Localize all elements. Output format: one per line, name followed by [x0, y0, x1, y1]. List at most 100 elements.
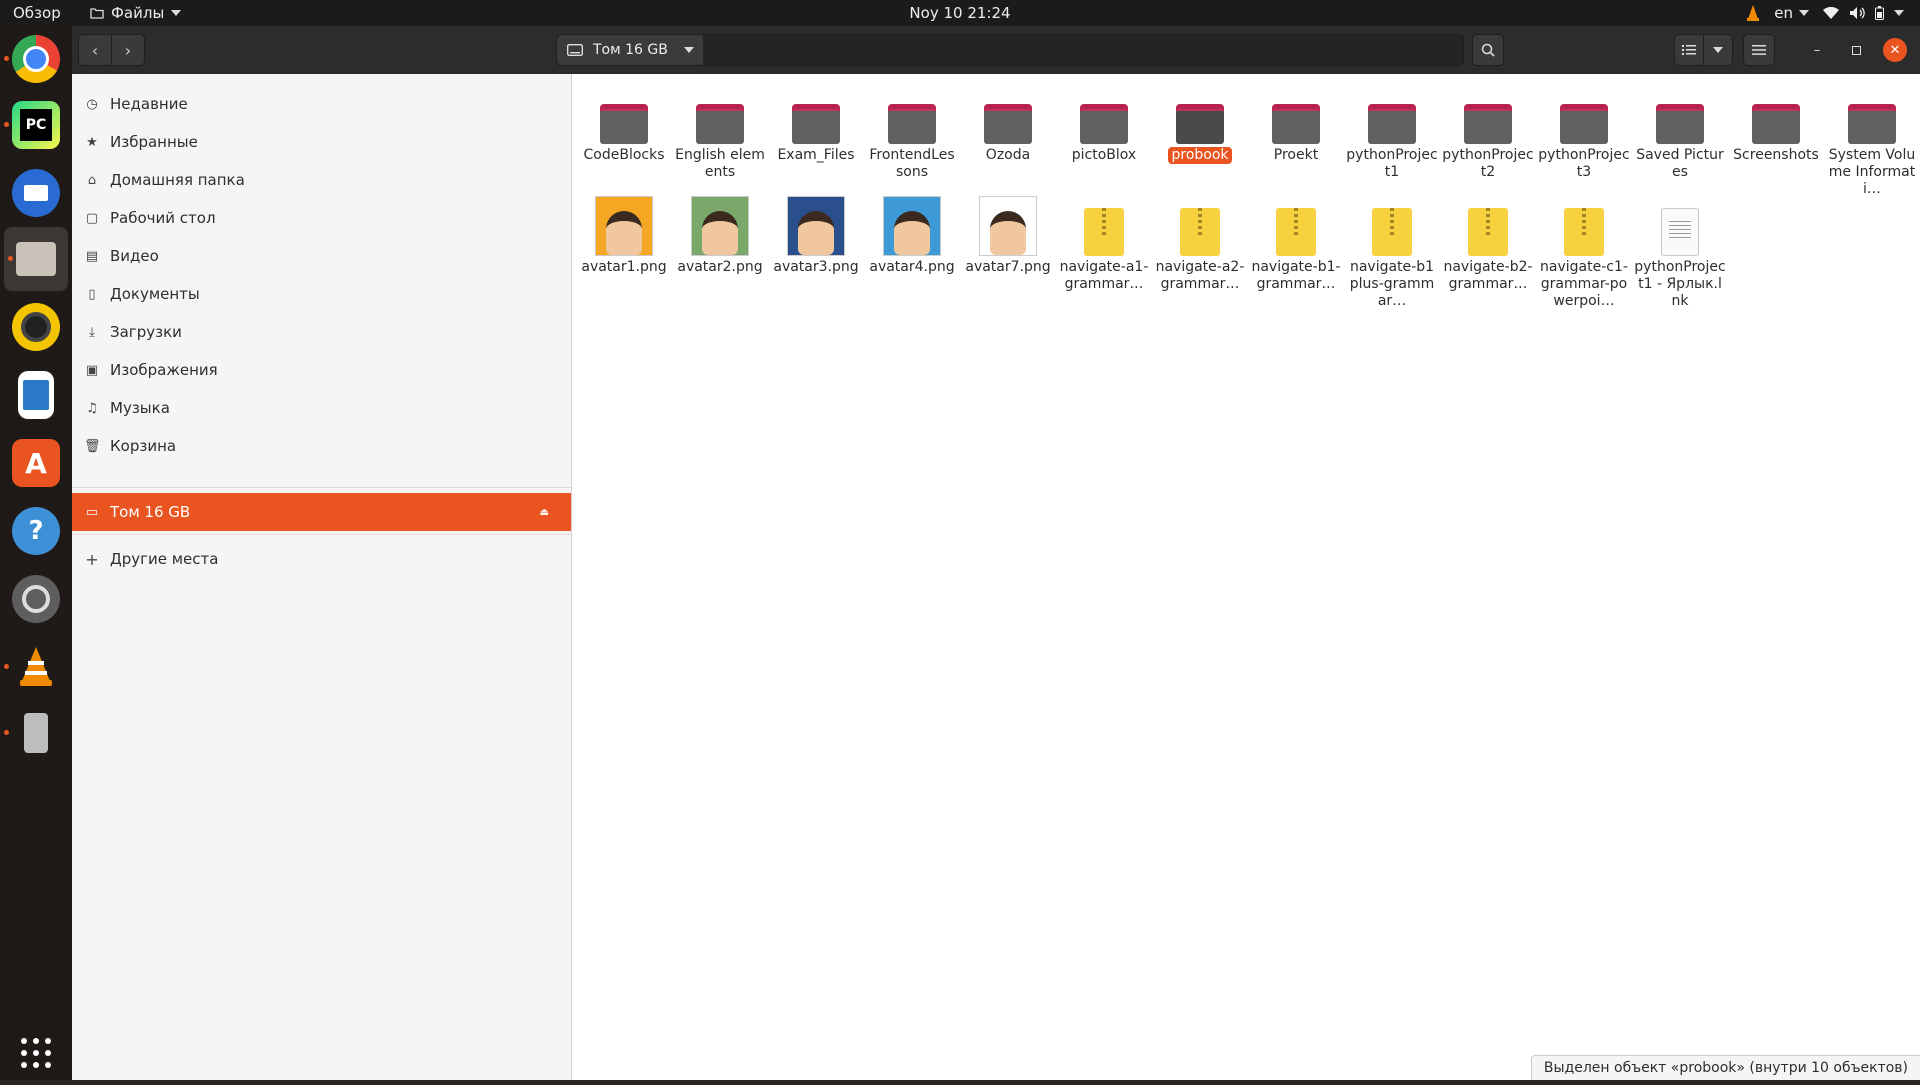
- folder-icon: [1656, 104, 1704, 144]
- dock-item-files[interactable]: [4, 227, 68, 291]
- item-icon-box: [674, 92, 766, 144]
- item-label: Ozoda: [985, 147, 1031, 163]
- folder-icon: [600, 104, 648, 144]
- document-icon: [1661, 208, 1699, 256]
- sidebar-item-5[interactable]: ▯ Документы: [72, 275, 571, 313]
- folder-icon: [1272, 104, 1320, 144]
- app-menu[interactable]: Файлы: [90, 0, 182, 26]
- folder-item[interactable]: probook: [1154, 92, 1246, 164]
- item-icon-box: [578, 92, 670, 144]
- folder-item[interactable]: pythonProject3: [1538, 92, 1630, 181]
- file-item[interactable]: avatar1.png: [578, 196, 670, 276]
- file-item[interactable]: avatar7.png: [962, 196, 1054, 276]
- path-segment-volume[interactable]: Том 16 GB: [557, 35, 703, 65]
- vlc-tray-icon[interactable]: [1746, 5, 1760, 21]
- folder-item[interactable]: pythonProject2: [1442, 92, 1534, 181]
- file-item[interactable]: avatar4.png: [866, 196, 958, 276]
- archive-icon: [1564, 208, 1604, 256]
- minimize-button[interactable]: –: [1805, 38, 1829, 62]
- file-item[interactable]: pythonProject1 - Ярлык.lnk: [1634, 204, 1726, 310]
- sidebar: ◷ Недавние ★ Избранные ⌂ Домашняя папка ▢ Рабоч…: [72, 74, 572, 1080]
- forward-button[interactable]: ›: [111, 34, 145, 66]
- item-icon-box: [770, 196, 862, 256]
- dock-item-thunderbird[interactable]: [0, 161, 72, 225]
- dock-item-pycharm[interactable]: PC: [0, 93, 72, 157]
- file-item[interactable]: navigate-b1plus-grammar…: [1346, 204, 1438, 310]
- item-icon-box: [770, 92, 862, 144]
- sidebar-item-6[interactable]: ⤓ Загрузки: [72, 313, 571, 351]
- chevron-down-icon: [683, 47, 694, 53]
- folder-item[interactable]: Exam_Files: [770, 92, 862, 164]
- dock-item-vlc[interactable]: [0, 635, 72, 699]
- sidebar-item-3[interactable]: ▢ Рабочий стол: [72, 199, 571, 237]
- item-icon-box: [1058, 92, 1150, 144]
- item-icon-box: [1058, 204, 1150, 256]
- folder-item[interactable]: Ozoda: [962, 92, 1054, 164]
- file-item[interactable]: avatar3.png: [770, 196, 862, 276]
- file-item[interactable]: navigate-c1-grammar-powerpoi…: [1538, 204, 1630, 310]
- sidebar-item-0[interactable]: ◷ Недавние: [72, 85, 571, 123]
- folder-item[interactable]: pictoBlox: [1058, 92, 1150, 164]
- sidebar-item-8[interactable]: ♫ Музыка: [72, 389, 571, 427]
- minimize-icon: –: [1813, 42, 1821, 58]
- rhythmbox-icon: [12, 303, 60, 351]
- vlc-icon: [12, 643, 60, 691]
- status-menu[interactable]: [1823, 6, 1904, 20]
- sidebar-item-volume[interactable]: ▭ Том 16 GB ⏏: [72, 493, 571, 531]
- app-menu-label: Файлы: [111, 4, 165, 22]
- file-item[interactable]: navigate-b1-grammar…: [1250, 204, 1342, 293]
- item-label: avatar1.png: [581, 259, 667, 275]
- dock-item-rhythmbox[interactable]: [0, 295, 72, 359]
- battery-icon: [1875, 6, 1884, 20]
- sidebar-item-7[interactable]: ▣ Изображения: [72, 351, 571, 389]
- file-item[interactable]: avatar2.png: [674, 196, 766, 276]
- sidebar-item-2[interactable]: ⌂ Домашняя папка: [72, 161, 571, 199]
- dock-item-software[interactable]: A: [0, 431, 72, 495]
- search-button[interactable]: [1472, 34, 1504, 66]
- video-icon: ▤: [85, 248, 99, 264]
- sidebar-item-other-locations[interactable]: + Другие места: [72, 540, 571, 578]
- show-applications-button[interactable]: [0, 1021, 72, 1085]
- item-label-wrap: navigate-b1-grammar…: [1250, 256, 1342, 293]
- folder-item[interactable]: System Volume Informati…: [1826, 92, 1918, 198]
- sidebar-item-label: Недавние: [110, 95, 188, 113]
- close-button[interactable]: ✕: [1883, 38, 1907, 62]
- folder-item[interactable]: Screenshots: [1730, 92, 1822, 164]
- item-label-wrap: avatar7.png: [962, 256, 1054, 276]
- language-indicator[interactable]: en: [1774, 0, 1809, 26]
- dock-item-settings[interactable]: [0, 567, 72, 631]
- item-label: pictoBlox: [1071, 147, 1137, 163]
- dock-item-help[interactable]: ?: [0, 499, 72, 563]
- eject-icon[interactable]: ⏏: [540, 507, 549, 518]
- back-button[interactable]: ‹: [78, 34, 112, 66]
- system-tray[interactable]: en: [1746, 0, 1904, 26]
- sidebar-item-1[interactable]: ★ Избранные: [72, 123, 571, 161]
- sidebar-item-4[interactable]: ▤ Видео: [72, 237, 571, 275]
- dock-item-usb-drive[interactable]: [0, 701, 72, 765]
- close-icon: ✕: [1889, 42, 1901, 58]
- folder-item[interactable]: Saved Pictures: [1634, 92, 1726, 181]
- clock[interactable]: Noy 10 21:24: [909, 4, 1010, 22]
- main-menu-button[interactable]: [1743, 34, 1775, 66]
- dock-item-chrome[interactable]: [0, 27, 72, 91]
- folder-icon: [984, 104, 1032, 144]
- item-label-wrap: pythonProject3: [1538, 144, 1630, 181]
- dock-item-writer[interactable]: [0, 363, 72, 427]
- path-bar[interactable]: Том 16 GB: [556, 34, 1464, 66]
- sidebar-item-9[interactable]: 🗑 Корзина: [72, 427, 571, 465]
- file-item[interactable]: navigate-a1-grammar…: [1058, 204, 1150, 293]
- view-options-button[interactable]: [1703, 34, 1733, 66]
- maximize-button[interactable]: [1844, 38, 1868, 62]
- sidebar-item-label: Загрузки: [110, 323, 182, 341]
- file-item[interactable]: navigate-b2-grammar…: [1442, 204, 1534, 293]
- folder-item[interactable]: pythonProject1: [1346, 92, 1438, 181]
- file-item[interactable]: navigate-a2-grammar…: [1154, 204, 1246, 293]
- list-view-button[interactable]: [1674, 34, 1704, 66]
- desktop-icon: ▢: [85, 210, 99, 226]
- folder-item[interactable]: English elements: [674, 92, 766, 181]
- folder-item[interactable]: CodeBlocks: [578, 92, 670, 164]
- file-view[interactable]: CodeBlocks English elements Exam_Files Fron…: [572, 74, 1920, 1080]
- folder-item[interactable]: FrontendLessons: [866, 92, 958, 181]
- folder-item[interactable]: Proekt: [1250, 92, 1342, 164]
- activities-button[interactable]: Обзор: [13, 0, 61, 26]
